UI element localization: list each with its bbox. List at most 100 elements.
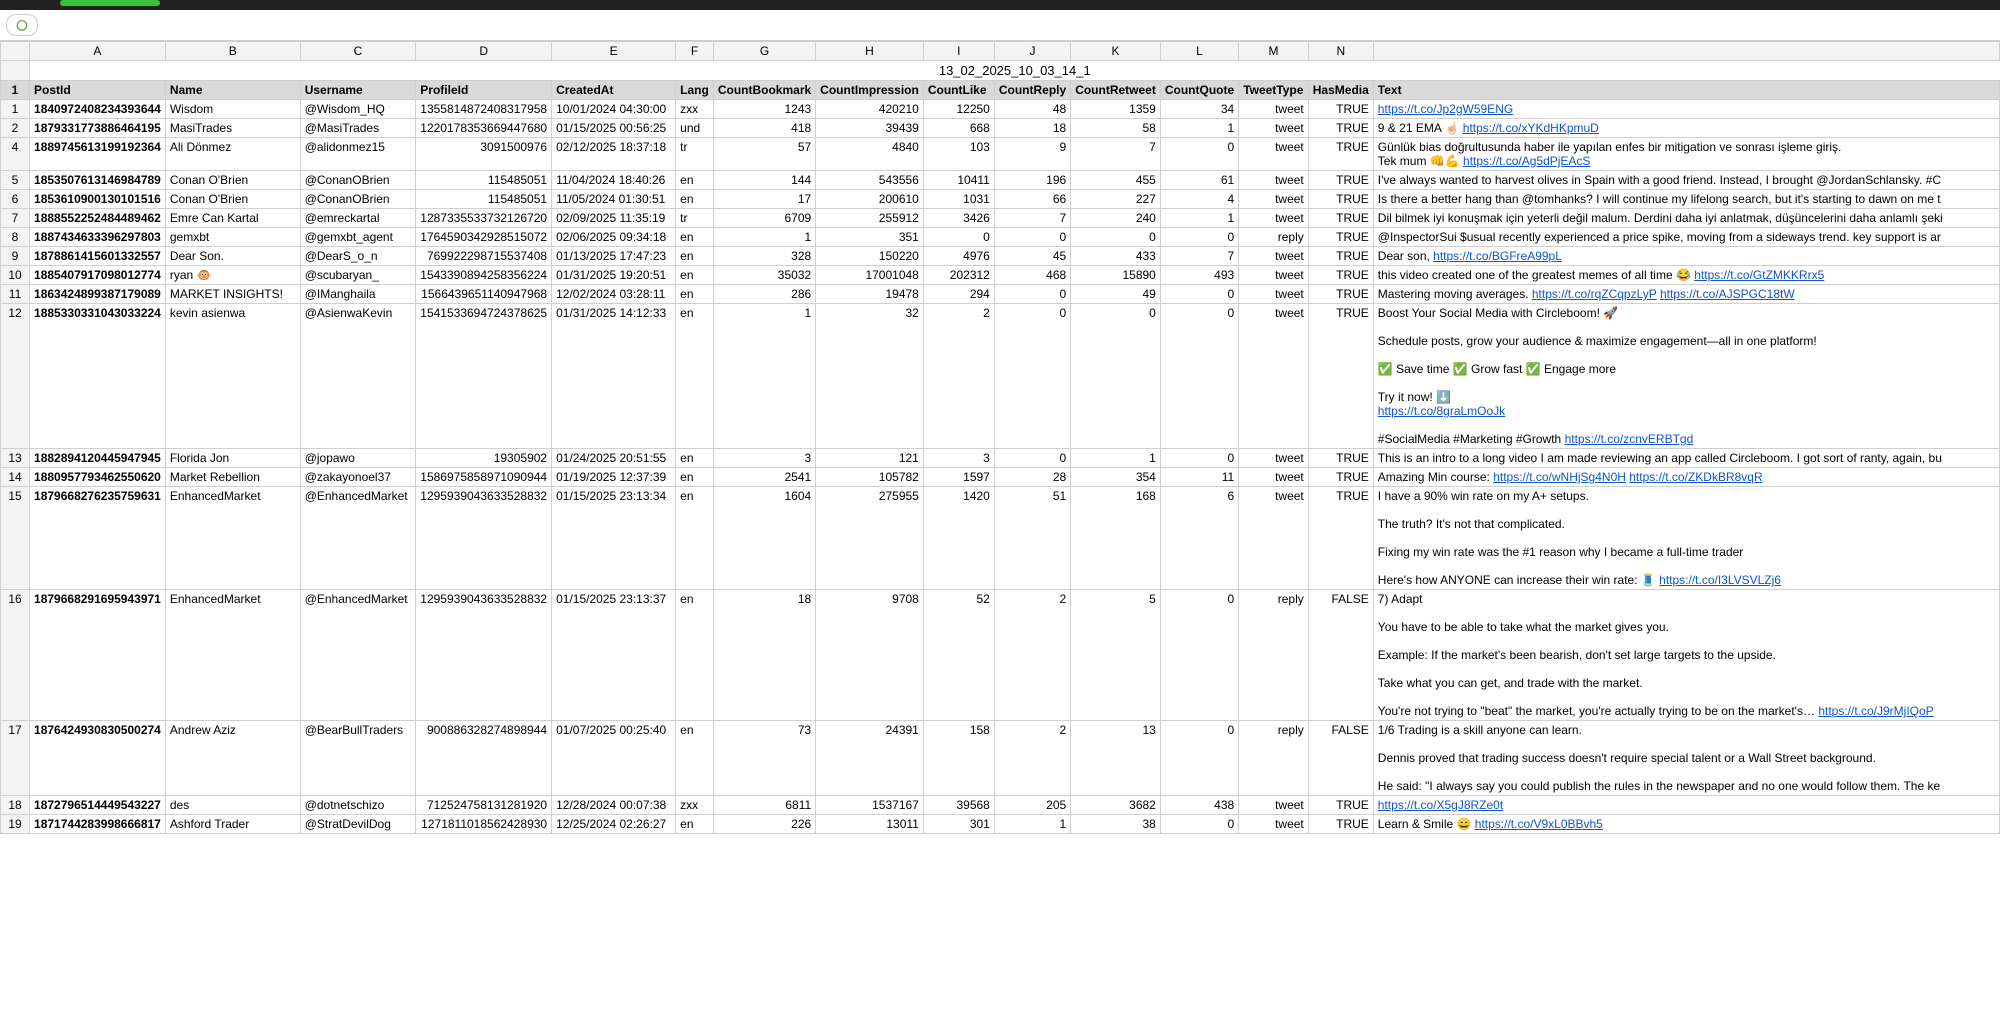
cell[interactable]: TRUE [1308, 209, 1373, 228]
cell[interactable]: tr [676, 209, 714, 228]
cell[interactable]: 1882894120445947945 [30, 449, 166, 468]
cell[interactable]: FALSE [1308, 721, 1373, 796]
cell[interactable]: 7 [994, 209, 1070, 228]
link[interactable]: https://t.co/J9rMjIQoP [1818, 704, 1933, 718]
cell[interactable]: 0 [1160, 815, 1238, 834]
row-header[interactable]: 6 [1, 190, 30, 209]
cell[interactable]: 48 [994, 100, 1070, 119]
cell[interactable]: @zakayonoel37 [300, 468, 416, 487]
cell[interactable]: 0 [1071, 228, 1161, 247]
cell[interactable]: TRUE [1308, 190, 1373, 209]
cell[interactable]: tweet [1239, 449, 1309, 468]
cell[interactable]: Dear Son. [165, 247, 300, 266]
column-header-J[interactable]: J [994, 42, 1070, 61]
cell[interactable]: 7 [1071, 138, 1161, 171]
cell[interactable]: 255912 [816, 209, 924, 228]
cell[interactable]: 13 [1071, 721, 1161, 796]
cell[interactable]: this video created one of the greatest m… [1373, 266, 1999, 285]
cell[interactable]: 10411 [923, 171, 994, 190]
column-header-E[interactable]: E [552, 42, 676, 61]
cell[interactable]: TRUE [1308, 487, 1373, 590]
header-cell[interactable]: CountReply [994, 81, 1070, 100]
cell[interactable]: TRUE [1308, 815, 1373, 834]
cell[interactable]: tweet [1239, 138, 1309, 171]
cell[interactable]: en [676, 247, 714, 266]
cell[interactable]: 150220 [816, 247, 924, 266]
cell[interactable]: reply [1239, 590, 1309, 721]
cell[interactable]: reply [1239, 228, 1309, 247]
cell[interactable]: 19478 [816, 285, 924, 304]
cell[interactable]: 1 [1160, 209, 1238, 228]
column-header-H[interactable]: H [816, 42, 924, 61]
row-header[interactable]: 2 [1, 119, 30, 138]
cell[interactable]: @MasiTrades [300, 119, 416, 138]
cell[interactable]: @scubaryan_ [300, 266, 416, 285]
cell[interactable]: en [676, 266, 714, 285]
cell[interactable]: 3682 [1071, 796, 1161, 815]
cell[interactable]: 1355814872408317958 [416, 100, 552, 119]
cell[interactable]: 1853610900130101516 [30, 190, 166, 209]
link[interactable]: https://t.co/8graLmOoJk [1378, 404, 1505, 418]
column-header-M[interactable]: M [1239, 42, 1309, 61]
cell[interactable]: 0 [994, 304, 1070, 449]
cell[interactable]: Florida Jon [165, 449, 300, 468]
row-header[interactable]: 13 [1, 449, 30, 468]
cell[interactable]: 01/15/2025 00:56:25 [552, 119, 676, 138]
cell[interactable]: 0 [1160, 138, 1238, 171]
link[interactable]: https://t.co/BGFreA99pL [1433, 249, 1562, 263]
link[interactable]: https://t.co/xYKdHKpmuD [1463, 121, 1599, 135]
cell[interactable]: 12/02/2024 03:28:11 [552, 285, 676, 304]
cell[interactable]: 01/15/2025 23:13:34 [552, 487, 676, 590]
cell[interactable]: 1876424930830500274 [30, 721, 166, 796]
cell[interactable]: en [676, 285, 714, 304]
cell[interactable]: 328 [713, 247, 815, 266]
header-cell[interactable]: PostId [30, 81, 166, 100]
link[interactable]: https://t.co/wNHjSg4N0H [1493, 470, 1626, 484]
cell[interactable]: @ConanOBrien [300, 171, 416, 190]
cell[interactable]: 5 [1071, 590, 1161, 721]
row-header[interactable]: 19 [1, 815, 30, 834]
spreadsheet-grid[interactable]: ABCDEFGHIJKLMN 13_02_2025_10_03_14_1 1Po… [0, 41, 2000, 1014]
cell[interactable]: en [676, 487, 714, 590]
cell[interactable]: zxx [676, 100, 714, 119]
cell[interactable]: Günlük bias doğrultusunda haber ile yapı… [1373, 138, 1999, 171]
cell[interactable]: 0 [1160, 721, 1238, 796]
cell[interactable]: tweet [1239, 487, 1309, 590]
cell[interactable]: 49 [1071, 285, 1161, 304]
cell[interactable]: Andrew Aziz [165, 721, 300, 796]
cell[interactable]: 28 [994, 468, 1070, 487]
cell[interactable]: 0 [1160, 228, 1238, 247]
cell[interactable]: @emreckartal [300, 209, 416, 228]
header-cell[interactable]: ProfileId [416, 81, 552, 100]
cell[interactable]: en [676, 590, 714, 721]
link[interactable]: https://t.co/ZKDkBR8vqR [1629, 470, 1762, 484]
cell[interactable]: 115485051 [416, 190, 552, 209]
cell[interactable]: I've always wanted to harvest olives in … [1373, 171, 1999, 190]
cell[interactable]: 1586975858971090944 [416, 468, 552, 487]
cell[interactable]: 226 [713, 815, 815, 834]
cell[interactable]: 01/31/2025 14:12:33 [552, 304, 676, 449]
cell[interactable]: 02/09/2025 11:35:19 [552, 209, 676, 228]
cell[interactable]: FALSE [1308, 590, 1373, 721]
cell[interactable]: 712524758131281920 [416, 796, 552, 815]
row-header[interactable]: 18 [1, 796, 30, 815]
cell[interactable]: 0 [1160, 285, 1238, 304]
cell[interactable]: 286 [713, 285, 815, 304]
cell[interactable]: 1420 [923, 487, 994, 590]
cell[interactable]: Market Rebellion [165, 468, 300, 487]
cell[interactable]: 9 & 21 EMA ☝🏻 https://t.co/xYKdHKpmuD [1373, 119, 1999, 138]
cell[interactable]: @EnhancedMarket [300, 590, 416, 721]
cell[interactable]: 105782 [816, 468, 924, 487]
cell[interactable]: Dil bilmek iyi konuşmak için yeterli değ… [1373, 209, 1999, 228]
cell[interactable]: 17001048 [816, 266, 924, 285]
cell[interactable]: 0 [1160, 590, 1238, 721]
column-header-overflow[interactable] [1373, 42, 1999, 61]
cell[interactable]: 1764590342928515072 [416, 228, 552, 247]
header-cell[interactable]: CreatedAt [552, 81, 676, 100]
cell[interactable]: 1888552252484489462 [30, 209, 166, 228]
cell[interactable]: kevin asienwa [165, 304, 300, 449]
cell[interactable]: 275955 [816, 487, 924, 590]
cell[interactable]: 01/24/2025 20:51:55 [552, 449, 676, 468]
cell[interactable]: Learn & Smile 😄 https://t.co/V9xL0BBvh5 [1373, 815, 1999, 834]
cell[interactable]: 73 [713, 721, 815, 796]
